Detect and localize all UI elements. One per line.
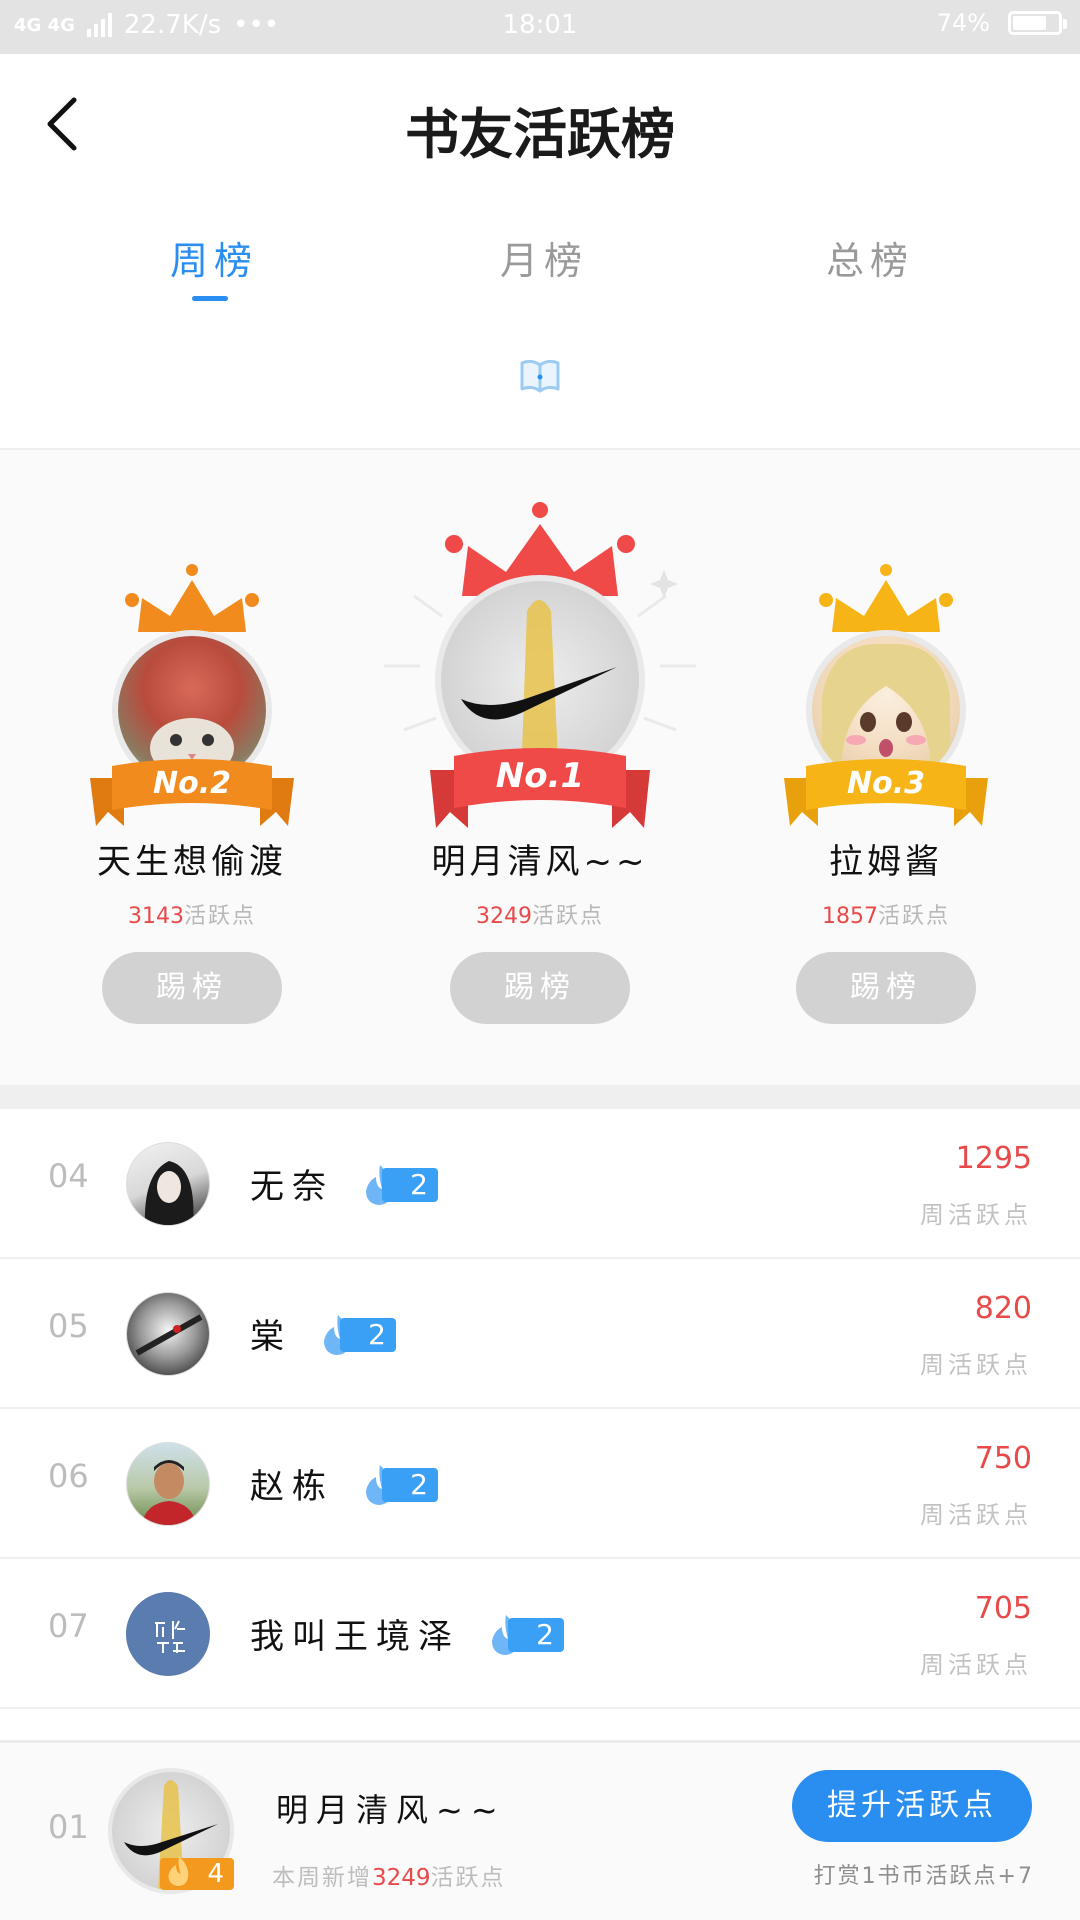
book-open-icon[interactable]: [518, 355, 562, 395]
points-value: 1857: [821, 904, 878, 929]
list-item[interactable]: 07 我叫王境泽 2 705 周活跃点: [0, 1559, 1080, 1709]
level-number: 2: [508, 1618, 564, 1652]
user-name: 赵栋: [250, 1467, 334, 1507]
podium-name: 天生想偷渡: [97, 842, 287, 882]
score-label: 周活跃点: [920, 1501, 1032, 1529]
rank-badge: No.3: [847, 766, 925, 801]
my-level-badge: 4: [160, 1856, 234, 1890]
level-badge: 2: [318, 1315, 400, 1355]
score-value: 1295: [955, 1141, 1032, 1176]
level-badge: 2: [486, 1615, 568, 1655]
score-value: 705: [974, 1591, 1032, 1626]
score-value: 750: [974, 1441, 1032, 1476]
score-label: 周活跃点: [920, 1651, 1032, 1679]
avatar[interactable]: [126, 1442, 210, 1526]
summary-suffix: 活跃点: [430, 1865, 506, 1891]
kick-button[interactable]: 踢榜: [796, 952, 976, 1024]
tab-active-indicator: [192, 296, 228, 301]
kick-button[interactable]: 踢榜: [102, 952, 282, 1024]
podium-third: No.3 拉姆酱 1857活跃点 踢榜: [736, 450, 1036, 1085]
points-value: 3143: [127, 904, 184, 929]
avatar[interactable]: [126, 1142, 210, 1226]
list-item[interactable]: 06 赵栋 2 750 周活跃点: [0, 1409, 1080, 1559]
rank-badge: No.1: [495, 756, 585, 796]
rank-badge: No.2: [153, 766, 231, 801]
battery-percent: 74%: [936, 9, 990, 37]
podium-name: 拉姆酱: [829, 842, 943, 882]
list-item[interactable]: 04 无奈 2 1295 周活跃点: [0, 1109, 1080, 1259]
points-suffix: 活跃点: [877, 904, 950, 929]
rank-number: 07: [48, 1607, 89, 1645]
podium-second: No.2 天生想偷渡 3143活跃点 踢榜: [42, 450, 342, 1085]
user-avatar-icon: [135, 1314, 203, 1356]
user-name: 无奈: [250, 1167, 334, 1207]
level-number: 2: [382, 1468, 438, 1502]
podium-points: 1857活跃点: [736, 898, 1036, 930]
points-suffix: 活跃点: [531, 904, 604, 929]
section-divider: [0, 1085, 1080, 1109]
level-badge: 2: [360, 1165, 442, 1205]
row-separator: [0, 1707, 1080, 1709]
tab-monthly-label: 月榜: [499, 239, 588, 283]
level-number: 2: [340, 1318, 396, 1352]
podium-points: 3143活跃点: [42, 898, 342, 930]
summary-points: 3249: [372, 1865, 431, 1891]
rank-number: 05: [48, 1307, 89, 1345]
user-avatar-icon: [144, 1161, 194, 1225]
tab-monthly[interactable]: 月榜: [444, 230, 644, 285]
page-title: 书友活跃榜: [405, 102, 675, 166]
podium-first: No.1 明月清风~~ 3249活跃点 踢榜: [384, 450, 696, 1085]
user-avatar-icon: [141, 1460, 197, 1525]
rank-number: 06: [48, 1457, 89, 1495]
score-label: 周活跃点: [920, 1351, 1032, 1379]
tab-weekly-label: 周榜: [169, 239, 258, 283]
level-number: 2: [382, 1168, 438, 1202]
my-name: 明月清风~~: [276, 1791, 506, 1829]
my-level-number: 4: [207, 1859, 224, 1889]
status-right: 74%: [936, 9, 1067, 37]
level-badge: 2: [360, 1465, 442, 1505]
kick-button[interactable]: 踢榜: [450, 952, 630, 1024]
boost-activity-button[interactable]: 提升活跃点: [792, 1770, 1032, 1842]
list-item[interactable]: 05 棠 2 820 周活跃点: [0, 1259, 1080, 1409]
tab-total-label: 总榜: [825, 239, 914, 283]
my-weekly-summary: 本周新增3249活跃点: [272, 1858, 506, 1892]
podium-points: 3249活跃点: [390, 898, 690, 930]
avatar[interactable]: [126, 1592, 210, 1676]
user-avatar-icon: [155, 1620, 185, 1653]
my-rank-number: 01: [48, 1808, 89, 1846]
reward-hint: 打赏1书币活跃点+7: [813, 1864, 1034, 1889]
score-label: 周活跃点: [920, 1201, 1032, 1229]
flame-icon: [168, 1856, 189, 1886]
battery-icon: [1008, 11, 1067, 35]
status-time: 18:01: [502, 10, 578, 40]
rank-number: 04: [48, 1157, 89, 1195]
podium-name: 明月清风~~: [431, 842, 649, 882]
points-suffix: 活跃点: [183, 904, 256, 929]
score-value: 820: [974, 1291, 1032, 1326]
tab-weekly[interactable]: 周榜: [114, 230, 314, 301]
user-name: 我叫王境泽: [250, 1617, 460, 1657]
avatar[interactable]: [126, 1292, 210, 1376]
summary-prefix: 本周新增: [272, 1865, 372, 1891]
user-name: 棠: [250, 1317, 292, 1357]
tab-total[interactable]: 总榜: [770, 230, 970, 285]
points-value: 3249: [475, 904, 532, 929]
tab-bar: 周榜 月榜 总榜: [0, 230, 1080, 310]
